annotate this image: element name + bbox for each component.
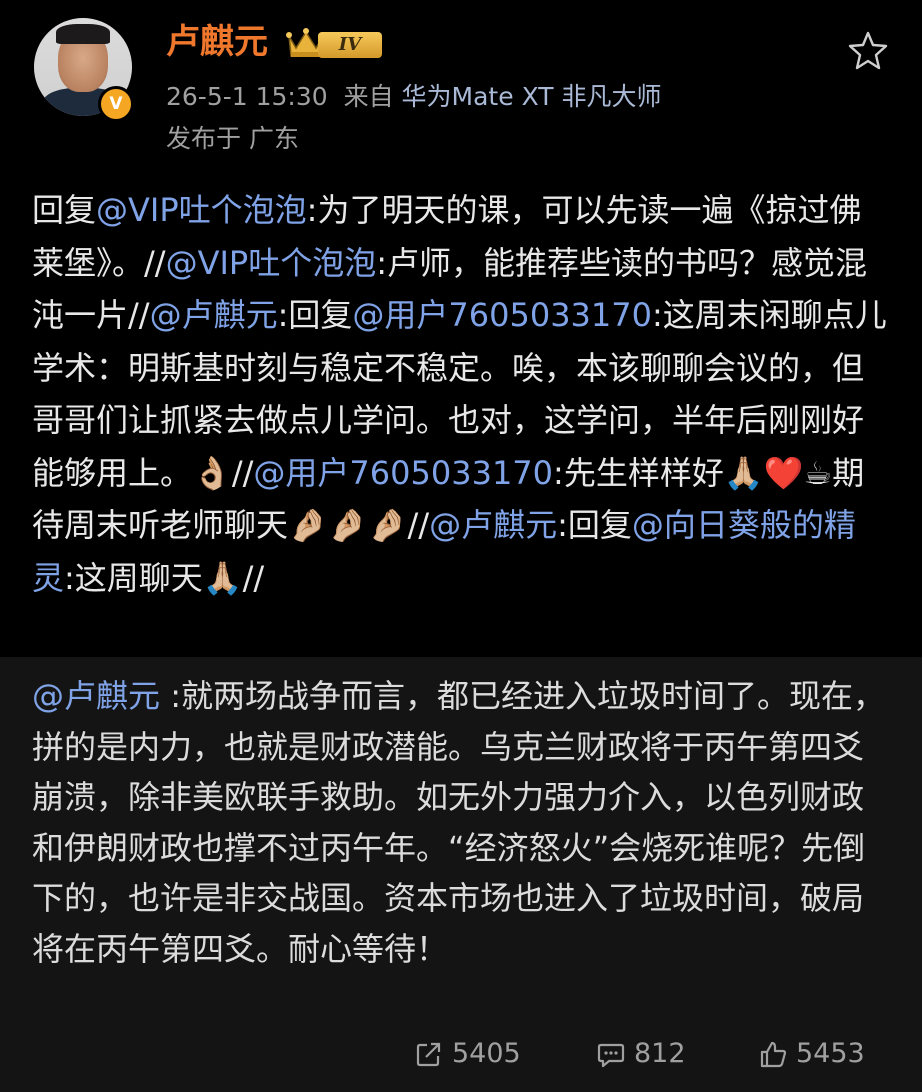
mention-link[interactable]: @用户7605033170 — [253, 454, 553, 492]
like-button[interactable]: 5453 — [758, 1034, 865, 1074]
comment-button[interactable]: 812 — [596, 1034, 686, 1074]
post-meta: 26-5-1 15:30 来自 华为Mate XT 非凡大师 — [166, 80, 661, 114]
like-count: 5453 — [796, 1038, 865, 1069]
mention-link[interactable]: @VIP吐个泡泡 — [96, 191, 307, 229]
post-location: 发布于 广东 — [166, 124, 299, 153]
mention-link[interactable]: @VIP吐个泡泡 — [166, 244, 377, 282]
star-icon[interactable] — [848, 30, 888, 70]
repost-icon — [416, 1042, 441, 1067]
from-prefix: 来自 — [343, 82, 394, 111]
post-header: V 卢麒元 IV 26-5-1 15:30 来自 华为Mate XT 非凡大师 … — [0, 0, 922, 170]
repost-text-segment: :回复 — [277, 296, 353, 334]
quoted-post[interactable]: @卢麒元 :就两场战争而言，都已经进入垃圾时间了。现在，拼的是内力，也就是财政潜… — [0, 657, 922, 1092]
repost-button[interactable]: 5405 — [414, 1034, 521, 1074]
quoted-post-body: @卢麒元 :就两场战争而言，都已经进入垃圾时间了。现在，拼的是内力，也就是财政潜… — [32, 671, 890, 974]
repost-body: 回复@VIP吐个泡泡:为了明天的课，可以先读一遍《掠过佛莱堡》。//@VIP吐个… — [32, 184, 890, 604]
like-icon — [760, 1041, 787, 1068]
comment-icon — [597, 1043, 625, 1068]
level-badge[interactable]: IV — [286, 26, 386, 62]
quoted-post-text: :就两场战争而言，都已经进入垃圾时间了。现在，拼的是内力，也就是财政潜能。乌克兰… — [32, 677, 885, 968]
action-bar: 5405 812 5453 — [0, 1020, 922, 1090]
comment-count: 812 — [634, 1038, 686, 1069]
level-label: IV — [318, 32, 382, 58]
quoted-author-mention[interactable]: @卢麒元 — [32, 677, 160, 715]
author-name[interactable]: 卢麒元 — [166, 20, 268, 64]
post-timestamp: 26-5-1 15:30 — [166, 82, 328, 111]
repost-count: 5405 — [452, 1038, 521, 1069]
repost-text-segment: :回复 — [557, 506, 632, 544]
mention-link[interactable]: @用户7605033170 — [352, 296, 652, 334]
mention-link[interactable]: @卢麒元 — [150, 296, 278, 334]
verified-icon: V — [98, 86, 134, 122]
repost-text-segment: :这周聊天🙏🏼// — [64, 558, 265, 597]
post-device-source[interactable]: 华为Mate XT 非凡大师 — [402, 82, 662, 111]
repost-text-segment: 回复 — [32, 191, 97, 229]
mention-link[interactable]: @卢麒元 — [429, 506, 557, 544]
